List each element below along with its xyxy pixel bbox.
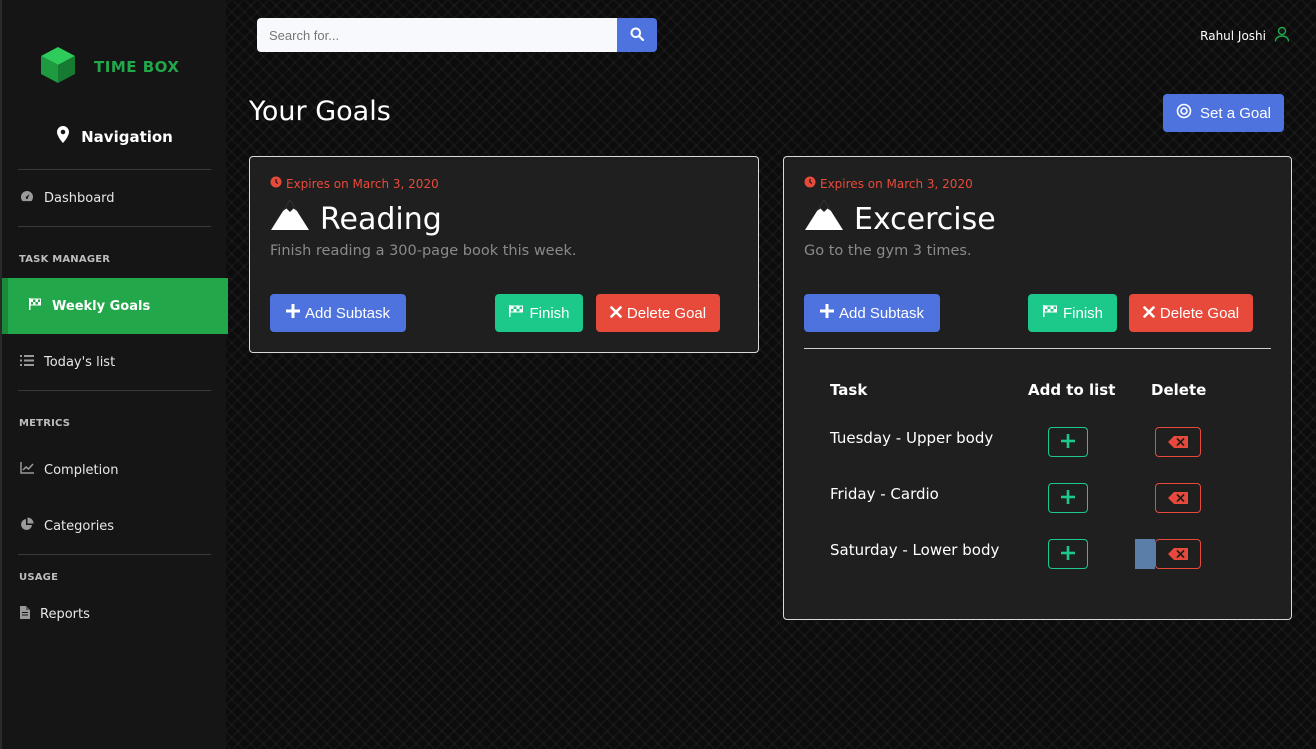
backspace-icon — [1168, 489, 1188, 508]
goal-title-text: Reading — [320, 201, 442, 237]
pie-chart-icon — [20, 517, 44, 535]
goal-title-text: Excercise — [854, 201, 996, 237]
mountain-icon — [270, 199, 320, 239]
sidebar-item-label: Categories — [44, 518, 115, 534]
user-name: Rahul Joshi — [1200, 28, 1266, 43]
selection-highlight — [1135, 539, 1155, 569]
sidebar-heading-metrics: METRICS — [19, 418, 71, 429]
navigation-label: Navigation — [81, 127, 173, 146]
sidebar-heading-usage: USAGE — [19, 572, 59, 583]
checkered-flag-icon — [28, 297, 52, 315]
sidebar-item-label: Dashboard — [44, 190, 115, 206]
subtask-name: Saturday - Lower body — [830, 541, 1000, 559]
set-goal-label: Set a Goal — [1200, 104, 1271, 122]
plus-icon — [1061, 489, 1075, 508]
finish-button[interactable]: Finish — [1028, 294, 1117, 332]
expiry-text: Expires on March 3, 2020 — [286, 176, 439, 191]
target-icon — [1176, 103, 1200, 123]
sidebar-item-label: Weekly Goals — [52, 298, 151, 314]
add-subtask-label: Add Subtask — [838, 304, 925, 322]
delete-goal-button[interactable]: Delete Goal — [596, 294, 720, 332]
clock-icon — [804, 176, 820, 191]
delete-subtask-button[interactable] — [1155, 483, 1201, 513]
goal-title: Reading — [270, 199, 442, 239]
times-icon — [1143, 305, 1160, 322]
add-subtask-button[interactable]: Add Subtask — [270, 294, 406, 332]
delete-goal-label: Delete Goal — [626, 304, 707, 322]
search-bar — [257, 18, 657, 52]
search-input[interactable] — [257, 18, 617, 52]
user-icon — [1266, 26, 1290, 45]
sidebar-item-reports[interactable]: Reports — [2, 596, 228, 632]
sidebar-divider — [18, 390, 211, 391]
expiry-text: Expires on March 3, 2020 — [820, 176, 973, 191]
sidebar-item-todays-list[interactable]: Today's list — [2, 344, 228, 380]
brand-name: TIME BOX — [94, 58, 180, 76]
sidebar-item-dashboard[interactable]: Dashboard — [2, 180, 228, 216]
set-goal-button[interactable]: Set a Goal — [1163, 94, 1284, 132]
delete-subtask-button[interactable] — [1155, 539, 1201, 569]
plus-icon — [1061, 433, 1075, 452]
card-divider — [804, 348, 1271, 349]
goal-description: Go to the gym 3 times. — [804, 243, 972, 259]
add-to-list-button[interactable] — [1048, 427, 1088, 457]
checkered-flag-icon — [508, 304, 529, 322]
times-icon — [610, 305, 627, 322]
navigation-heading: Navigation — [2, 126, 228, 147]
page-title: Your Goals — [249, 96, 391, 127]
goal-card: Expires on March 3, 2020 Excercise Go to… — [783, 156, 1292, 620]
subtask-name: Friday - Cardio — [830, 485, 939, 503]
column-header-task: Task — [830, 381, 868, 399]
sidebar-item-weekly-goals[interactable]: Weekly Goals — [2, 278, 228, 334]
checkered-flag-icon — [1042, 304, 1063, 322]
sidebar-heading-task-manager: TASK MANAGER — [19, 254, 111, 265]
sidebar: TIME BOX Navigation Dashboard TASK MANAG… — [0, 0, 228, 749]
plus-icon — [819, 304, 839, 322]
user-menu[interactable]: Rahul Joshi — [1200, 26, 1290, 45]
goal-description: Finish reading a 300-page book this week… — [270, 243, 577, 259]
expiry-info: Expires on March 3, 2020 — [804, 176, 973, 191]
goal-card: Expires on March 3, 2020 Reading Finish … — [249, 156, 759, 353]
finish-label: Finish — [1062, 304, 1103, 322]
delete-goal-button[interactable]: Delete Goal — [1129, 294, 1253, 332]
sidebar-item-label: Reports — [40, 606, 90, 622]
sidebar-item-label: Today's list — [44, 354, 116, 370]
sidebar-divider — [18, 226, 211, 227]
backspace-icon — [1168, 545, 1188, 564]
file-icon — [20, 605, 40, 623]
search-icon — [630, 27, 645, 44]
tachometer-icon — [20, 190, 44, 206]
backspace-icon — [1168, 433, 1188, 452]
brand[interactable]: TIME BOX — [40, 46, 179, 88]
clock-icon — [270, 176, 286, 191]
cube-logo-icon — [40, 46, 76, 88]
goal-title: Excercise — [804, 199, 996, 239]
delete-subtask-button[interactable] — [1155, 427, 1201, 457]
map-marker-icon — [57, 126, 81, 147]
finish-button[interactable]: Finish — [495, 294, 583, 332]
finish-label: Finish — [529, 304, 570, 322]
plus-icon — [285, 304, 305, 322]
expiry-info: Expires on March 3, 2020 — [270, 176, 439, 191]
add-subtask-label: Add Subtask — [304, 304, 391, 322]
column-header-add-to-list: Add to list — [1028, 381, 1116, 399]
add-to-list-button[interactable] — [1048, 539, 1088, 569]
sidebar-divider — [18, 554, 211, 555]
add-subtask-button[interactable]: Add Subtask — [804, 294, 940, 332]
search-button[interactable] — [617, 18, 657, 52]
sidebar-divider — [18, 169, 211, 170]
column-header-delete: Delete — [1151, 381, 1207, 399]
plus-icon — [1061, 545, 1075, 564]
list-icon — [20, 354, 44, 370]
sidebar-item-label: Completion — [44, 462, 119, 478]
mountain-icon — [804, 199, 854, 239]
sidebar-item-completion[interactable]: Completion — [2, 452, 228, 488]
subtask-name: Tuesday - Upper body — [830, 429, 994, 447]
delete-goal-label: Delete Goal — [1159, 304, 1240, 322]
sidebar-item-categories[interactable]: Categories — [2, 508, 228, 544]
line-chart-icon — [20, 462, 44, 478]
add-to-list-button[interactable] — [1048, 483, 1088, 513]
